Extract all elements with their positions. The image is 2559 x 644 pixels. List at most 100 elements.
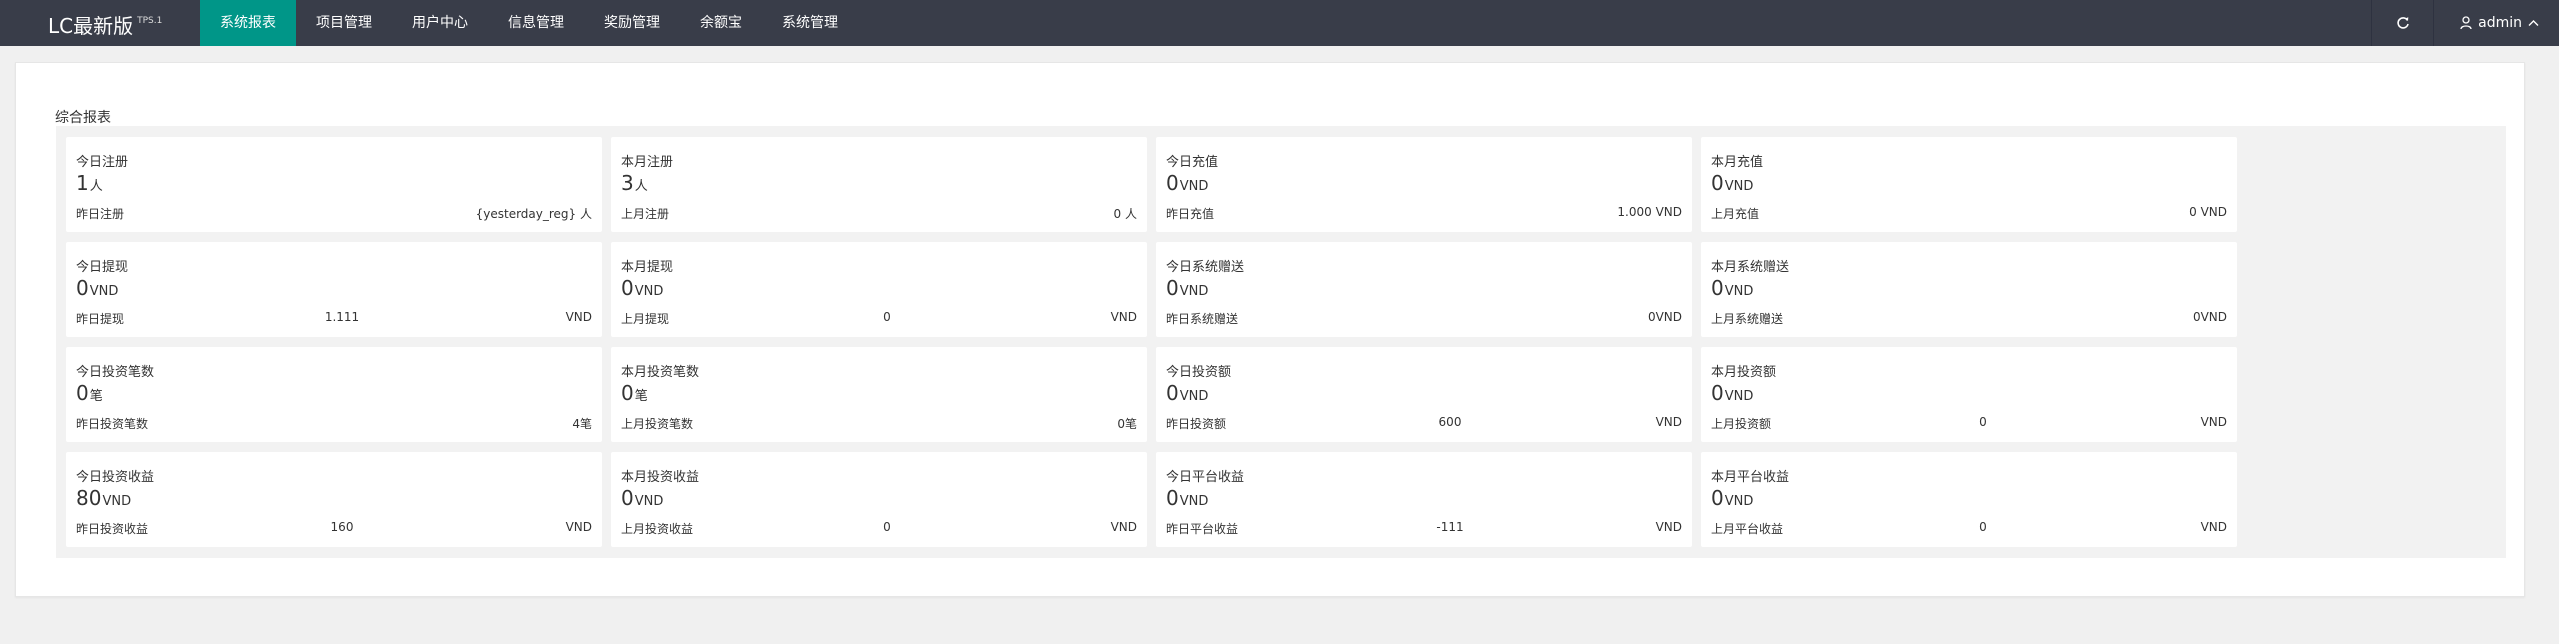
- stat-number: 0: [621, 276, 634, 300]
- stat-card: 今日投资额 0VND 昨日投资额 600 VND: [1156, 347, 1692, 442]
- stat-unit: VND: [634, 494, 664, 509]
- stats-grid: 今日注册 1人昨日注册 {yesterday_reg} 人 本月注册 3人上月注册 0 人…: [56, 126, 2506, 558]
- stat-prev-label: 上月注册: [621, 207, 670, 221]
- stat-title: 今日平台收益: [1166, 470, 1245, 485]
- stat-prev-right: VND: [1655, 415, 1682, 429]
- stat-prev-label: 上月投资额: [1711, 417, 1772, 431]
- stat-number: 0: [76, 381, 89, 405]
- stat-title: 本月提现: [621, 260, 674, 275]
- nav-yuebao[interactable]: 余额宝: [680, 0, 762, 46]
- stat-value: 0VND: [1711, 486, 1753, 510]
- stat-value: 1人: [76, 171, 103, 195]
- stat-value: 0VND: [1711, 171, 1753, 195]
- stat-prev-right: 4笔: [572, 417, 592, 431]
- stat-prev-right: VND: [1110, 310, 1137, 324]
- stat-value: 0笔: [76, 381, 103, 405]
- stat-prev-right: 1.000 VND: [1617, 205, 1682, 219]
- stat-card: 本月提现 0VND 上月提现 0 VND: [611, 242, 1147, 337]
- stat-unit: VND: [1724, 179, 1754, 194]
- stat-value: 0VND: [1711, 381, 1753, 405]
- refresh-button[interactable]: [2371, 0, 2433, 46]
- stat-title: 今日注册: [76, 155, 129, 170]
- header-right: admin: [2371, 0, 2559, 46]
- stat-value: 0VND: [1711, 276, 1753, 300]
- stat-value: 0笔: [621, 381, 648, 405]
- nav-reward-management[interactable]: 奖励管理: [584, 0, 680, 46]
- stat-title: 今日投资笔数: [76, 365, 155, 380]
- stat-value: 0VND: [1166, 171, 1208, 195]
- stat-title: 今日投资额: [1166, 365, 1232, 380]
- stat-title: 本月充值: [1711, 155, 1764, 170]
- stat-card: 今日投资收益 80VND 昨日投资收益 160 VND: [66, 452, 602, 547]
- stat-prev-right: VND: [1110, 520, 1137, 534]
- stat-title: 今日充值: [1166, 155, 1219, 170]
- stat-title: 本月平台收益: [1711, 470, 1790, 485]
- stat-unit: VND: [102, 494, 132, 509]
- nav-system-management[interactable]: 系统管理: [762, 0, 858, 46]
- logo-version: TPS.1: [137, 16, 163, 26]
- stat-title: 本月投资笔数: [621, 365, 700, 380]
- stat-unit: VND: [89, 284, 119, 299]
- stat-number: 80: [76, 486, 102, 510]
- stat-prev-value: 600: [1438, 415, 1462, 429]
- nav-project-management[interactable]: 项目管理: [296, 0, 392, 46]
- stat-prev-right: VND: [565, 310, 592, 324]
- nav-info-management[interactable]: 信息管理: [488, 0, 584, 46]
- stat-unit: VND: [1724, 494, 1754, 509]
- stat-number: 0: [1711, 486, 1724, 510]
- stat-prev-label: 昨日注册: [76, 207, 125, 221]
- nav-user-center[interactable]: 用户中心: [392, 0, 488, 46]
- stat-unit: 笔: [634, 389, 648, 404]
- stat-number: 0: [1166, 381, 1179, 405]
- stat-prev-value: -111: [1436, 520, 1464, 534]
- stat-card: 本月充值 0VND 上月充值 0 VND: [1701, 137, 2237, 232]
- stat-card: 本月系统赠送 0VND 上月系统赠送 0VND: [1701, 242, 2237, 337]
- stat-card: 本月投资笔数 0笔 上月投资笔数 0笔: [611, 347, 1147, 442]
- stat-number: 0: [1166, 171, 1179, 195]
- section-title: 综合报表: [55, 110, 111, 126]
- stat-value: 0VND: [621, 276, 663, 300]
- report-panel: 综合报表 今日注册 1人 昨日注册 {yesterday_reg} 人本月注册 3人 上月…: [15, 62, 2525, 597]
- stat-value: 80VND: [76, 486, 131, 510]
- stat-number: 0: [1166, 276, 1179, 300]
- stat-prev-right: {yesterday_reg} 人: [475, 207, 592, 221]
- stat-number: 0: [621, 381, 634, 405]
- stat-number: 3: [621, 171, 634, 195]
- stat-card: 本月投资收益 0VND 上月投资收益 0 VND: [611, 452, 1147, 547]
- stat-value: 0VND: [621, 486, 663, 510]
- stat-prev-label: 上月投资收益: [621, 522, 694, 536]
- stat-value: 0VND: [1166, 276, 1208, 300]
- stat-prev-label: 昨日提现: [76, 312, 125, 326]
- stat-unit: VND: [1179, 179, 1209, 194]
- stat-prev-value: 0: [883, 310, 891, 324]
- stat-title: 本月注册: [621, 155, 674, 170]
- stat-prev-label: 昨日充值: [1166, 207, 1215, 221]
- stat-prev-label: 昨日系统赠送: [1166, 312, 1239, 326]
- stat-prev-right: VND: [2200, 520, 2227, 534]
- stat-prev-value: 1.111: [324, 310, 360, 324]
- stat-title: 今日提现: [76, 260, 129, 275]
- stat-unit: VND: [1724, 284, 1754, 299]
- top-header: LC最新版 TPS.1 系统报表 项目管理 用户中心 信息管理 奖励管理 余额宝 …: [0, 0, 2559, 46]
- main-nav: 系统报表 项目管理 用户中心 信息管理 奖励管理 余额宝 系统管理: [200, 0, 858, 46]
- stat-prev-label: 昨日平台收益: [1166, 522, 1239, 536]
- stat-unit: VND: [1724, 389, 1754, 404]
- stat-value: 3人: [621, 171, 648, 195]
- stat-unit: 笔: [89, 389, 103, 404]
- stat-value: 0VND: [1166, 381, 1208, 405]
- user-icon: [2460, 16, 2472, 30]
- stat-prev-label: 昨日投资收益: [76, 522, 149, 536]
- stat-title: 本月投资收益: [621, 470, 700, 485]
- stat-unit: 人: [634, 179, 648, 194]
- stat-card: 今日注册 1人昨日注册 {yesterday_reg} 人: [66, 137, 602, 232]
- stat-number: 0: [1711, 171, 1724, 195]
- stat-number: 1: [76, 171, 89, 195]
- stat-prev-label: 上月充值: [1711, 207, 1760, 221]
- logo-text: LC最新版: [48, 14, 134, 38]
- app-logo[interactable]: LC最新版 TPS.1: [48, 10, 162, 39]
- stat-card: 今日投资笔数 0笔 昨日投资笔数 4笔: [66, 347, 602, 442]
- stat-prev-value: 0: [883, 520, 891, 534]
- admin-menu-button[interactable]: admin: [2433, 0, 2559, 46]
- nav-system-report[interactable]: 系统报表: [200, 0, 296, 46]
- stat-card: 本月投资额 0VND 上月投资额 0 VND: [1701, 347, 2237, 442]
